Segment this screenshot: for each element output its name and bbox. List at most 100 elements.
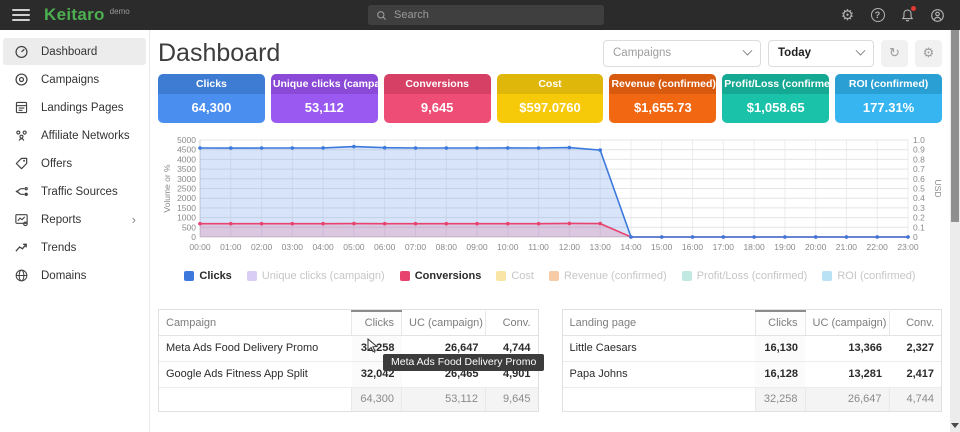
metric-value: 64,300 bbox=[158, 94, 265, 123]
tag-icon bbox=[14, 156, 29, 171]
sidebar-nav: Dashboard CampaignsLandings PagesAffiliat… bbox=[0, 30, 150, 432]
total-cell: 9,645 bbox=[486, 387, 538, 411]
legend-swatch bbox=[682, 271, 692, 281]
entity-name-link[interactable]: Meta Ads Food Delivery Promo bbox=[159, 335, 352, 361]
metric-label: Unique clicks (campaign) bbox=[271, 74, 378, 94]
total-cell: 64,300 bbox=[352, 387, 402, 411]
scroll-down-arrow-icon[interactable] bbox=[951, 421, 959, 429]
totals-row: 32,25826,6474,744 bbox=[563, 387, 942, 411]
metric-cell: 16,128 bbox=[755, 361, 805, 387]
metric-card-cost: Cost$597.0760 bbox=[497, 74, 604, 123]
legend-item-roi-confirmed-[interactable]: ROI (confirmed) bbox=[822, 270, 915, 282]
column-header-uc-campaign-[interactable]: UC (campaign) bbox=[805, 311, 889, 335]
svg-text:0.1: 0.1 bbox=[913, 222, 925, 232]
column-header-clicks[interactable]: Clicks bbox=[755, 311, 805, 335]
globe-icon bbox=[14, 268, 29, 283]
user-account-icon[interactable] bbox=[929, 7, 946, 24]
notification-badge bbox=[911, 6, 916, 11]
sidebar-item-label: Dashboard bbox=[41, 46, 97, 58]
date-range-select[interactable]: Today bbox=[768, 40, 874, 67]
sidebar-item-landings-pages[interactable]: Landings Pages bbox=[3, 94, 146, 121]
sidebar-item-trends[interactable]: Trends bbox=[3, 234, 146, 261]
svg-text:0.4: 0.4 bbox=[913, 193, 925, 203]
sidebar-item-label: Offers bbox=[41, 158, 72, 170]
svg-text:19:00: 19:00 bbox=[774, 242, 796, 252]
entity-name-link[interactable]: Google Ads Fitness App Split bbox=[159, 361, 352, 387]
svg-text:11:00: 11:00 bbox=[528, 242, 549, 252]
column-header[interactable]: Campaign bbox=[159, 311, 352, 335]
column-header[interactable]: Landing page bbox=[563, 311, 756, 335]
legend-swatch bbox=[822, 271, 832, 281]
legend-item-cost[interactable]: Cost bbox=[496, 270, 534, 282]
legend-item-profit-loss-confirmed-[interactable]: Profit/Loss (confirmed) bbox=[682, 270, 808, 282]
metric-card-clicks: Clicks64,300 bbox=[158, 74, 265, 123]
svg-text:0.5: 0.5 bbox=[913, 184, 925, 194]
help-icon[interactable]: ? bbox=[869, 7, 886, 24]
sidebar-item-traffic-sources[interactable]: Traffic Sources bbox=[3, 178, 146, 205]
svg-text:0.2: 0.2 bbox=[913, 213, 925, 223]
svg-text:1500: 1500 bbox=[177, 203, 196, 213]
legend-label: Clicks bbox=[199, 270, 231, 282]
metric-value: $1,058.65 bbox=[722, 94, 829, 123]
svg-text:5000: 5000 bbox=[177, 135, 196, 145]
legend-item-clicks[interactable]: Clicks bbox=[184, 270, 231, 282]
sidebar-item-affiliate-networks[interactable]: Affiliate Networks bbox=[3, 122, 146, 149]
svg-text:12:00: 12:00 bbox=[559, 242, 581, 252]
total-cell: 26,647 bbox=[805, 387, 889, 411]
metric-cell: 13,281 bbox=[805, 361, 889, 387]
column-header-conv-[interactable]: Conv. bbox=[889, 311, 941, 335]
legend-label: Conversions bbox=[415, 270, 482, 282]
sidebar-item-offers[interactable]: Offers bbox=[3, 150, 146, 177]
total-cell: 4,744 bbox=[889, 387, 941, 411]
sidebar-item-campaigns[interactable]: Campaigns bbox=[3, 66, 146, 93]
column-header-clicks[interactable]: Clicks bbox=[352, 311, 402, 335]
metric-cell: 2,327 bbox=[889, 335, 941, 361]
svg-text:2000: 2000 bbox=[177, 193, 196, 203]
svg-text:2500: 2500 bbox=[177, 184, 196, 194]
legend-item-revenue-confirmed-[interactable]: Revenue (confirmed) bbox=[549, 270, 667, 282]
global-search[interactable] bbox=[368, 5, 604, 25]
scrollbar-thumb[interactable] bbox=[951, 30, 959, 222]
settings-icon[interactable]: ⚙ bbox=[839, 7, 856, 24]
chevron-down-icon bbox=[743, 45, 753, 55]
traffic-chart[interactable]: 005000.110000.215000.320000.425000.53000… bbox=[158, 131, 942, 262]
legend-item-conversions[interactable]: Conversions bbox=[400, 270, 482, 282]
column-header-uc-campaign-[interactable]: UC (campaign) bbox=[402, 311, 486, 335]
metric-value: $597.0760 bbox=[497, 94, 604, 123]
row-tooltip: Meta Ads Food Delivery Promo bbox=[383, 354, 544, 371]
sidebar-item-dashboard[interactable]: Dashboard bbox=[3, 38, 146, 65]
legend-swatch bbox=[496, 271, 506, 281]
svg-text:0.7: 0.7 bbox=[913, 164, 925, 174]
svg-text:22:00: 22:00 bbox=[867, 242, 889, 252]
metric-value: 53,112 bbox=[271, 94, 378, 123]
legend-item-unique-clicks-campaign-[interactable]: Unique clicks (campaign) bbox=[247, 270, 385, 282]
report-icon bbox=[14, 212, 29, 227]
table-row[interactable]: Papa Johns16,12813,2812,417 bbox=[563, 361, 942, 387]
entity-name-link[interactable]: Papa Johns bbox=[563, 361, 756, 387]
search-input[interactable] bbox=[394, 9, 596, 21]
dashboard-settings-button[interactable]: ⚙ bbox=[915, 40, 942, 67]
svg-text:08:00: 08:00 bbox=[436, 242, 458, 252]
sidebar-item-domains[interactable]: Domains bbox=[3, 262, 146, 289]
svg-text:Volume or %: Volume or % bbox=[162, 164, 172, 213]
sidebar-item-label: Traffic Sources bbox=[41, 186, 118, 198]
table-row[interactable]: Little Caesars16,13013,3662,327 bbox=[563, 335, 942, 361]
totals-row: 64,30053,1129,645 bbox=[159, 387, 538, 411]
column-header-conv-[interactable]: Conv. bbox=[486, 311, 538, 335]
svg-text:4000: 4000 bbox=[177, 154, 196, 164]
legend-label: Profit/Loss (confirmed) bbox=[697, 270, 808, 282]
menu-icon[interactable] bbox=[12, 9, 30, 21]
legend-swatch bbox=[184, 271, 194, 281]
legend-label: Cost bbox=[511, 270, 534, 282]
svg-text:0.6: 0.6 bbox=[913, 174, 925, 184]
sidebar-item-label: Domains bbox=[41, 270, 86, 282]
metric-label: Profit/Loss (confirmed) bbox=[722, 74, 829, 94]
notifications-bell-icon[interactable] bbox=[899, 7, 916, 24]
svg-text:0.3: 0.3 bbox=[913, 203, 925, 213]
main-content: Dashboard Campaigns Today ↻ ⚙ Clicks64,3… bbox=[150, 30, 950, 432]
entity-name-link[interactable]: Little Caesars bbox=[563, 335, 756, 361]
campaign-filter-select[interactable]: Campaigns bbox=[603, 40, 761, 67]
sidebar-item-reports[interactable]: Reports› bbox=[3, 206, 146, 233]
refresh-button[interactable]: ↻ bbox=[881, 40, 908, 67]
logo-demo-badge: demo bbox=[110, 7, 130, 16]
